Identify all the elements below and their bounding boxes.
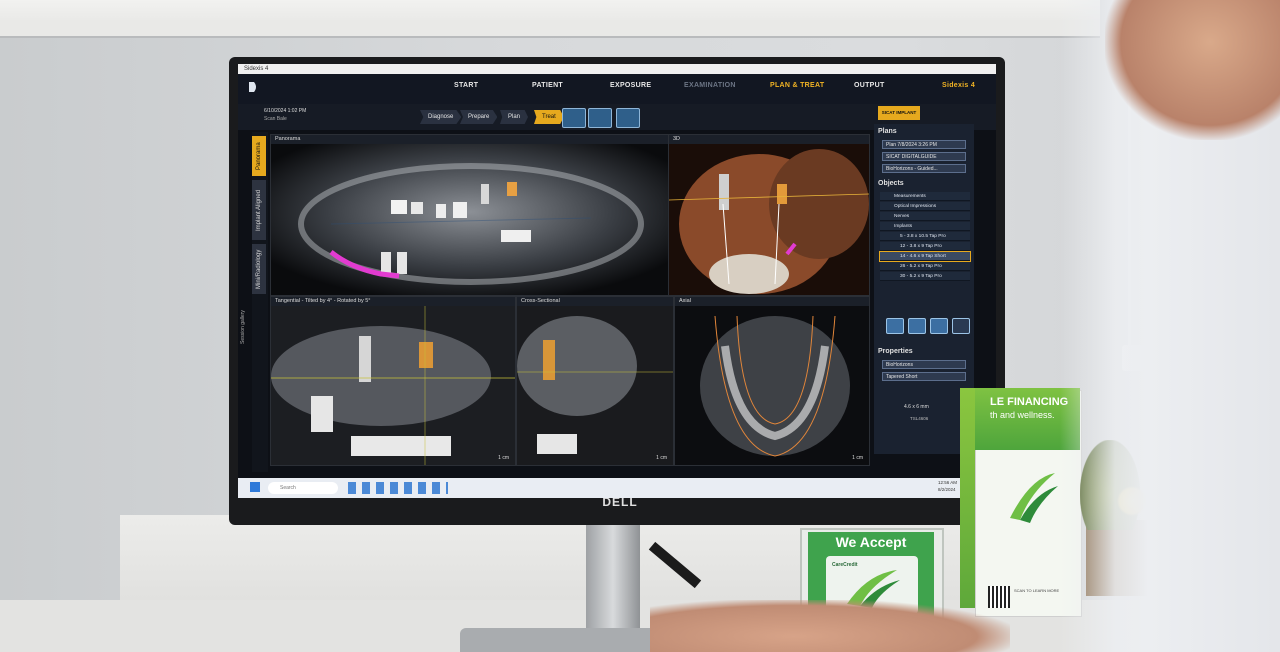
panel-3d[interactable]: 3D [668, 134, 870, 296]
objects-title: Objects [878, 180, 904, 187]
windows-start-icon[interactable] [250, 482, 260, 492]
nav-start[interactable]: START [454, 82, 478, 89]
tangential-scale: 1 cm [498, 455, 509, 461]
cross-title: Cross-Sectional [517, 297, 673, 306]
manufacturer-select[interactable]: BioHorizons [882, 360, 966, 369]
step-prepare[interactable]: Prepare [460, 110, 498, 124]
implant-size: 4.6 x 6 mm [904, 404, 929, 410]
guide-field[interactable]: SICAT DIGITALGUIDE [882, 152, 966, 161]
we-accept-title: We Accept [835, 534, 907, 550]
implant-row[interactable]: 30 - 5.2 x 9 Tap Pro [880, 272, 970, 281]
nav-plan-treat[interactable]: PLAN & TREAT [770, 82, 824, 89]
object-measurements[interactable]: Measurements [880, 192, 970, 201]
panorama-xray [271, 144, 669, 295]
properties-title: Properties [878, 348, 913, 355]
window-sill [0, 20, 1100, 38]
module-badge[interactable]: SICAT IMPLANT [878, 106, 920, 120]
patient-name: Scan Bale [264, 116, 287, 122]
taskbar-time: 12:56 AM [938, 480, 958, 485]
panel-axial[interactable]: Axial 1 cm [674, 296, 870, 466]
tool-button-3[interactable] [616, 108, 640, 128]
plans-title: Plans [878, 128, 897, 135]
window-titlebar: Sidexis 4 [238, 64, 996, 74]
taskbar-search[interactable]: Search [268, 482, 338, 494]
app-brand: Sidexis 4 [942, 82, 976, 89]
right-panel: SICAT IMPLANT Plans Plan 7/8/2024 3:26 P… [874, 106, 974, 454]
monitor-stand [586, 515, 640, 640]
swoosh-logo-icon [1010, 473, 1058, 523]
plan-select[interactable]: Plan 7/8/2024 3:26 PM [882, 140, 966, 149]
patient-date: 6/10/2024 1:02 PM [264, 108, 307, 114]
axial-title: Axial [675, 297, 869, 306]
person-head [1105, 0, 1280, 140]
3d-title: 3D [669, 135, 869, 144]
implant-row[interactable]: 12 - 3.8 x 9 Tap Pro [880, 242, 970, 251]
panel-panorama[interactable]: Panorama [270, 134, 670, 296]
tool-button-1[interactable] [562, 108, 586, 128]
panel-cross-sectional[interactable]: Cross-Sectional 1 cm [516, 296, 674, 466]
tangential-title: Tangential - Tilted by 4° - Rotated by 5… [271, 297, 515, 306]
tab-implant-aligned[interactable]: Implant Aligned [252, 180, 266, 240]
guide-sub-field[interactable]: BioHorizons - Guided... [882, 164, 966, 173]
remove-button[interactable] [908, 318, 926, 334]
object-optical[interactable]: Optical Impressions [880, 202, 970, 211]
panorama-title: Panorama [271, 135, 669, 144]
cross-scale: 1 cm [656, 455, 667, 461]
undo-button[interactable] [930, 318, 948, 334]
implant-row-selected[interactable]: 14 - 4.6 x 9 Tap Short [879, 251, 971, 262]
taskbar-apps-icon[interactable] [348, 482, 448, 494]
taskbar-date: 8/2/2024 [938, 487, 956, 492]
implant-code: TSL4606 [910, 416, 929, 421]
nav-exposure[interactable]: EXPOSURE [610, 82, 651, 89]
tab-panorama[interactable]: Panorama [252, 136, 266, 176]
object-nerves[interactable]: Nerves [880, 212, 970, 221]
object-implants[interactable]: Implants [880, 222, 970, 231]
implant-row[interactable]: 5 - 3.8 x 10.5 Tap Pro [880, 232, 970, 241]
tab-mini-radiology[interactable]: Mini/Radiology [252, 244, 266, 294]
redo-button[interactable] [952, 318, 970, 334]
app-logo-icon [249, 82, 256, 92]
3d-render [669, 144, 869, 295]
nav-patient[interactable]: PATIENT [532, 82, 563, 89]
nav-output[interactable]: OUTPUT [854, 82, 885, 89]
panel-tangential[interactable]: Tangential - Tilted by 4° - Rotated by 5… [270, 296, 516, 466]
cross-xray [517, 306, 673, 465]
step-plan[interactable]: Plan [500, 110, 529, 124]
axial-xray [675, 306, 869, 465]
top-navigation [238, 74, 996, 104]
session-gallery[interactable]: Session gallery [240, 264, 252, 344]
implant-row[interactable]: 26 - 5.2 x 9 Tap Pro [880, 262, 970, 271]
nav-examination[interactable]: EXAMINATION [684, 82, 736, 89]
person-hand [650, 600, 1010, 652]
tool-button-2[interactable] [588, 108, 612, 128]
axial-scale: 1 cm [852, 455, 863, 461]
step-treat[interactable]: Treat [534, 110, 564, 124]
line-select[interactable]: Tapered Short [882, 372, 966, 381]
add-implant-button[interactable] [886, 318, 904, 334]
monitor-screen: Sidexis 4 START PATIENT EXPOSURE EXAMINA… [238, 64, 996, 498]
step-diagnose[interactable]: Diagnose [420, 110, 462, 124]
tangential-xray [271, 306, 515, 465]
